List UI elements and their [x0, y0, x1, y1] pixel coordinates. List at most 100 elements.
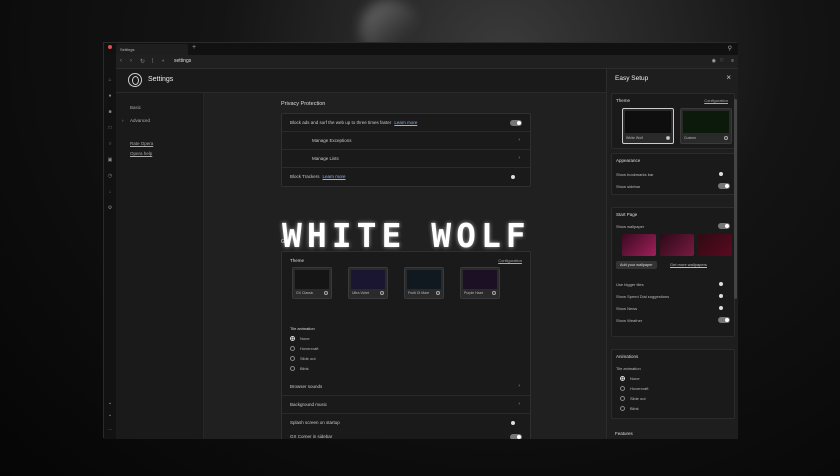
chevron-right-icon: ›: [518, 401, 520, 407]
gx-tile-animation-label: Tile animation: [290, 326, 315, 331]
opera-badge-icon: ◐: [162, 58, 166, 64]
gx-card-continued: GX Corner in sidebar: [281, 429, 531, 439]
add-wallpaper-button[interactable]: Add your wallpaper: [616, 261, 657, 269]
show-sidebar-toggle[interactable]: [718, 183, 730, 189]
theme-gx-classic[interactable]: GX Classic: [292, 267, 332, 299]
easy-tile-blink[interactable]: Blink: [620, 406, 639, 412]
gx-tile-hovercraft[interactable]: Hovercraft: [290, 346, 318, 352]
privacy-section-title: Privacy Protection: [281, 101, 326, 107]
gx-corner-toggle[interactable]: [510, 434, 522, 439]
reload-icon[interactable]: ↻: [140, 58, 145, 65]
search-icon[interactable]: ⚲: [728, 45, 732, 52]
learn-more-link[interactable]: Learn more: [394, 120, 417, 125]
sidebar-more-icon[interactable]: ⋯: [107, 427, 113, 433]
sidebar-extra-icon[interactable]: ▪: [107, 401, 113, 407]
gx-configuration-link[interactable]: Configuration: [498, 258, 522, 263]
tab-label: Settings: [120, 47, 135, 52]
theme-frutti-di-mare[interactable]: Frutti Di Mare: [404, 267, 444, 299]
address-bar: ‹ › ↻ | ◐ settings ◉ ♡ ≡: [116, 55, 738, 69]
appearance-card: Appearance Show bookmarks bar Show sideb…: [611, 153, 735, 195]
tab-settings[interactable]: Settings: [116, 44, 188, 55]
back-icon[interactable]: ‹: [120, 58, 122, 64]
block-ads-label: Block ads and surf the web up to three t…: [290, 120, 418, 125]
easy-tile-slide-out[interactable]: Slide out: [620, 396, 646, 402]
get-more-wallpapers-link[interactable]: Get more wallpapers: [670, 262, 707, 267]
messenger-icon[interactable]: ○: [107, 141, 113, 147]
close-icon[interactable]: ×: [726, 73, 731, 82]
snapshot-icon[interactable]: ◉: [712, 58, 716, 64]
show-news-toggle[interactable]: [718, 305, 730, 311]
theme-ultra-violet[interactable]: Ultra Violet: [348, 267, 388, 299]
block-ads-toggle[interactable]: [510, 120, 522, 126]
speed-dial-toggle[interactable]: [718, 293, 730, 299]
close-window-dot[interactable]: [108, 45, 112, 49]
twitch-icon[interactable]: □: [107, 125, 113, 131]
gx-card: Theme Configuration GX Classic Ultra Vio…: [281, 251, 531, 439]
wallpaper-thumb-2[interactable]: [660, 234, 694, 256]
nav-rate-opera[interactable]: Rate Opera: [130, 141, 153, 146]
gx-tile-blink[interactable]: Blink: [290, 366, 309, 372]
bigger-tiles-toggle[interactable]: [718, 281, 730, 287]
show-bookmarks-toggle[interactable]: [718, 171, 730, 177]
easy-tile-none[interactable]: None: [620, 376, 640, 382]
learn-more-trackers-link[interactable]: Learn more: [323, 174, 346, 179]
show-weather-label: Show Weather: [616, 318, 643, 323]
easy-tile-hovercraft[interactable]: Hovercraft: [620, 386, 648, 392]
menu-icon[interactable]: ≡: [731, 58, 734, 64]
show-news-label: Show News: [616, 306, 638, 311]
chevron-right-icon: ›: [518, 383, 520, 389]
appearance-label: Appearance: [616, 158, 641, 163]
forward-icon[interactable]: ›: [130, 58, 132, 64]
start-page-card: Start Page Show wallpaper Add your wallp…: [611, 207, 735, 337]
tab-bar: Settings + ⚲: [104, 43, 738, 55]
splash-screen-toggle[interactable]: [510, 420, 522, 426]
vpn-icon[interactable]: ♡: [720, 58, 724, 64]
wallpaper-thumb-3[interactable]: [698, 234, 732, 256]
separator-icon: |: [152, 58, 154, 64]
easy-configuration-link[interactable]: Configuration: [704, 98, 728, 103]
chevron-right-icon: ›: [518, 137, 520, 143]
opera-logo-icon: [128, 73, 142, 87]
new-tab-button[interactable]: +: [192, 44, 196, 51]
panel-scrollbar[interactable]: [734, 99, 737, 299]
settings-content: Privacy Protection Block ads and surf th…: [204, 93, 606, 439]
white-wolf-overlay-title: WHITE WOLF: [282, 216, 531, 255]
block-ads-row: Block ads and surf the web up to three t…: [282, 114, 530, 132]
wallpaper-thumb-1[interactable]: [622, 234, 656, 256]
downloads-icon[interactable]: ↓: [107, 189, 113, 195]
easy-tile-animation-label: Tile animation: [616, 366, 641, 371]
gx-corner-icon[interactable]: ■: [107, 109, 113, 115]
theme-purple-haze[interactable]: Purple Haze: [460, 267, 500, 299]
gx-tile-slide-out[interactable]: Slide out: [290, 356, 316, 362]
background-music-row[interactable]: Background music ›: [282, 396, 530, 414]
theme-custom[interactable]: Custom: [680, 108, 732, 144]
gx-tile-none[interactable]: None: [290, 336, 310, 342]
nav-basic[interactable]: Basic: [130, 105, 141, 110]
show-bookmarks-label: Show bookmarks bar: [616, 172, 654, 177]
privacy-card: Block ads and surf the web up to three t…: [281, 113, 531, 187]
start-page-label: Start Page: [616, 212, 638, 217]
animations-label: Animations: [616, 354, 639, 359]
gx-theme-label: Theme: [290, 258, 305, 263]
settings-gear-icon[interactable]: ⚙: [107, 205, 113, 211]
chevron-right-icon: ›: [122, 118, 124, 123]
browser-sounds-row[interactable]: Browser sounds ›: [282, 378, 530, 396]
home-icon[interactable]: ⌂: [107, 77, 113, 83]
sidebar-extra-icon-2[interactable]: ▪: [107, 413, 113, 419]
animations-card: Animations Tile animation None Hovercraf…: [611, 349, 735, 419]
block-trackers-toggle[interactable]: [510, 174, 522, 180]
history-icon[interactable]: ◷: [107, 173, 113, 179]
manage-lists-row[interactable]: Manage Lists ›: [282, 150, 530, 168]
show-weather-toggle[interactable]: [718, 317, 730, 323]
manage-exceptions-row[interactable]: Manage Exceptions ›: [282, 132, 530, 150]
nav-opera-help[interactable]: Opera help: [130, 151, 152, 156]
easy-theme-label: Theme: [616, 98, 631, 103]
bigger-tiles-label: Use bigger tiles: [616, 282, 644, 287]
nav-advanced[interactable]: Advanced: [130, 118, 150, 123]
show-wallpaper-toggle[interactable]: [718, 223, 730, 229]
gx-control-icon[interactable]: ●: [107, 93, 113, 99]
theme-white-wolf[interactable]: White Wolf: [622, 108, 674, 144]
url-text[interactable]: settings: [174, 58, 191, 64]
instagram-icon[interactable]: ▣: [107, 157, 113, 163]
block-trackers-row: Block Trackers Learn more: [282, 168, 530, 186]
